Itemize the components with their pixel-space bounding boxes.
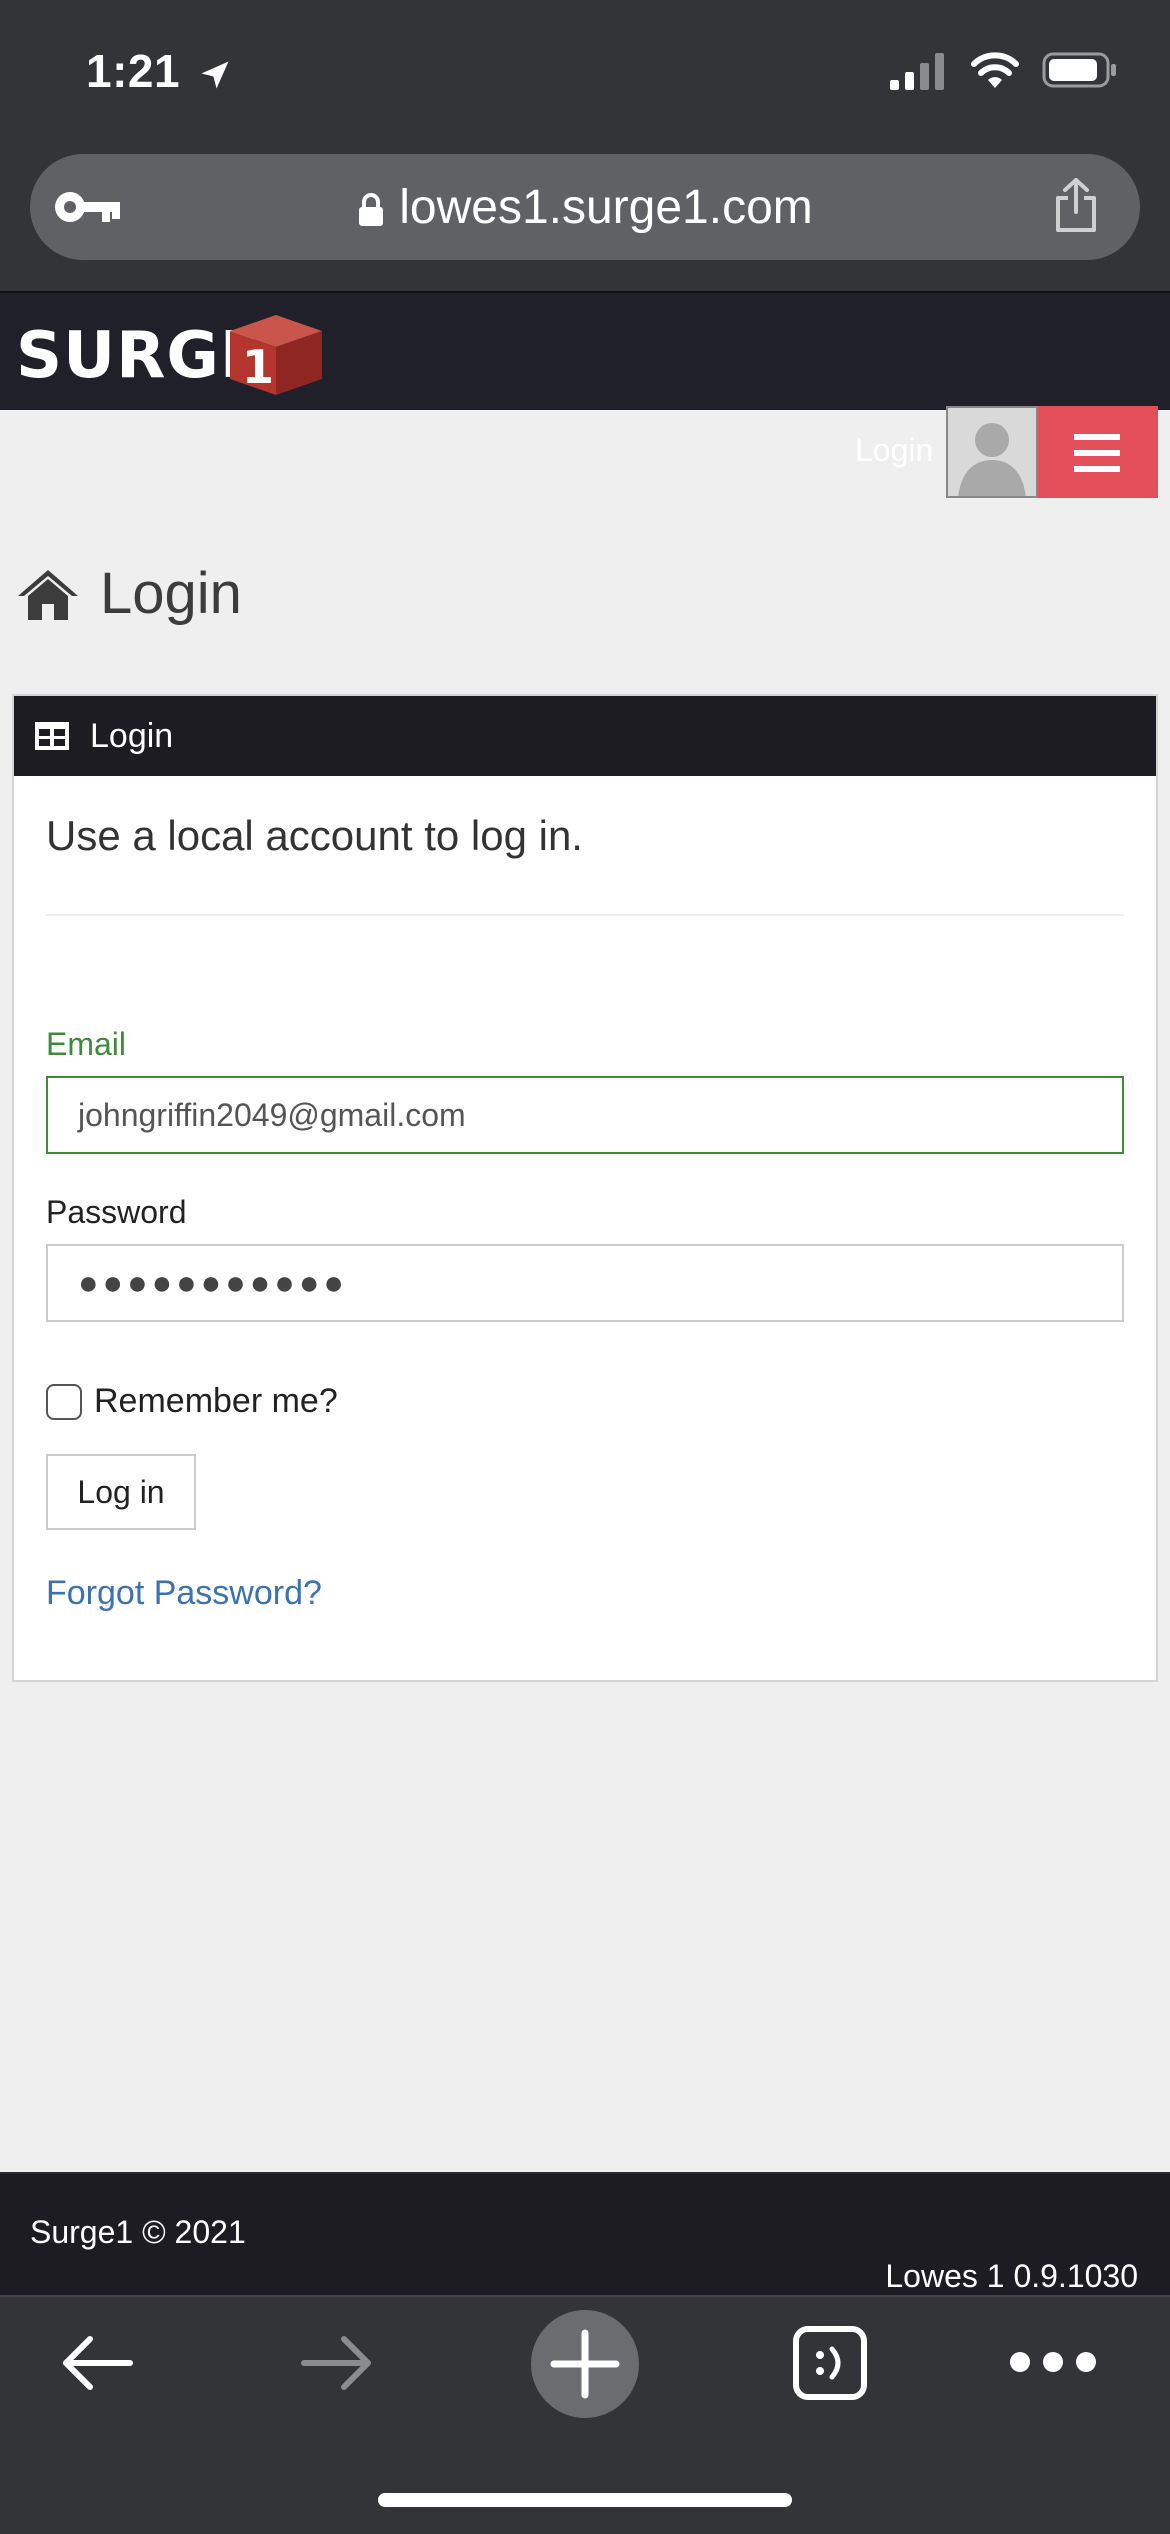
panel-heading: Login [90, 716, 174, 755]
cube-logo-icon: 1 [230, 315, 322, 395]
home-icon [18, 569, 78, 620]
login-button[interactable]: Log in [46, 1454, 196, 1530]
more-icon[interactable] [1008, 2347, 1098, 2377]
page-title: Login [16, 560, 242, 627]
divider [46, 914, 1124, 916]
login-panel: Login Use a local account to log in. Ema… [12, 694, 1158, 1682]
browser-chrome: 1:21 lowes1.surge1.com [0, 0, 1170, 291]
site-footer: Surge1 © 2021 Lowes 1 0.9.1030 [0, 2172, 1170, 2297]
hamburger-icon [1074, 434, 1120, 472]
forward-icon[interactable] [300, 2331, 376, 2395]
hamburger-menu-button[interactable] [1038, 406, 1158, 498]
email-field[interactable]: johngriffin2049@gmail.com [46, 1076, 1124, 1154]
signal-icon [890, 53, 944, 90]
remember-label: Remember me? [94, 1382, 338, 1420]
back-icon[interactable] [58, 2331, 134, 2395]
share-icon[interactable] [1052, 176, 1100, 234]
footer-version: Lowes 1 0.9.1030 [885, 2258, 1138, 2294]
location-arrow-icon [201, 61, 229, 89]
footer-copyright: Surge1 © 2021 [30, 2214, 246, 2250]
status-icons [890, 50, 1118, 90]
tabs-icon[interactable] [792, 2325, 868, 2401]
panel-subtitle: Use a local account to log in. [46, 812, 583, 859]
remember-checkbox[interactable] [46, 1383, 82, 1420]
avatar-icon [958, 423, 1026, 496]
url-text[interactable]: lowes1.surge1.com [30, 180, 1140, 235]
remember-me[interactable]: Remember me? [46, 1382, 338, 1421]
forgot-password-link[interactable]: Forgot Password? [46, 1574, 322, 1613]
password-field[interactable]: ●●●●●●●●●●● [46, 1244, 1124, 1322]
status-time: 1:21 [86, 44, 233, 98]
nav-login-link[interactable]: Login [855, 432, 933, 469]
logo-digit: 1 [242, 340, 274, 394]
battery-icon [1042, 52, 1116, 88]
url-bar[interactable]: lowes1.surge1.com [30, 154, 1140, 260]
table-icon [35, 722, 69, 750]
panel-header: Login [14, 696, 1156, 776]
site-header: SURGE 1 [0, 291, 1170, 410]
home-indicator [378, 2493, 792, 2507]
lock-icon [359, 193, 384, 227]
wifi-icon [971, 52, 1019, 88]
new-tab-icon[interactable] [530, 2309, 640, 2419]
password-label: Password [46, 1194, 187, 1230]
email-label: Email [46, 1026, 127, 1062]
avatar[interactable] [946, 406, 1038, 498]
